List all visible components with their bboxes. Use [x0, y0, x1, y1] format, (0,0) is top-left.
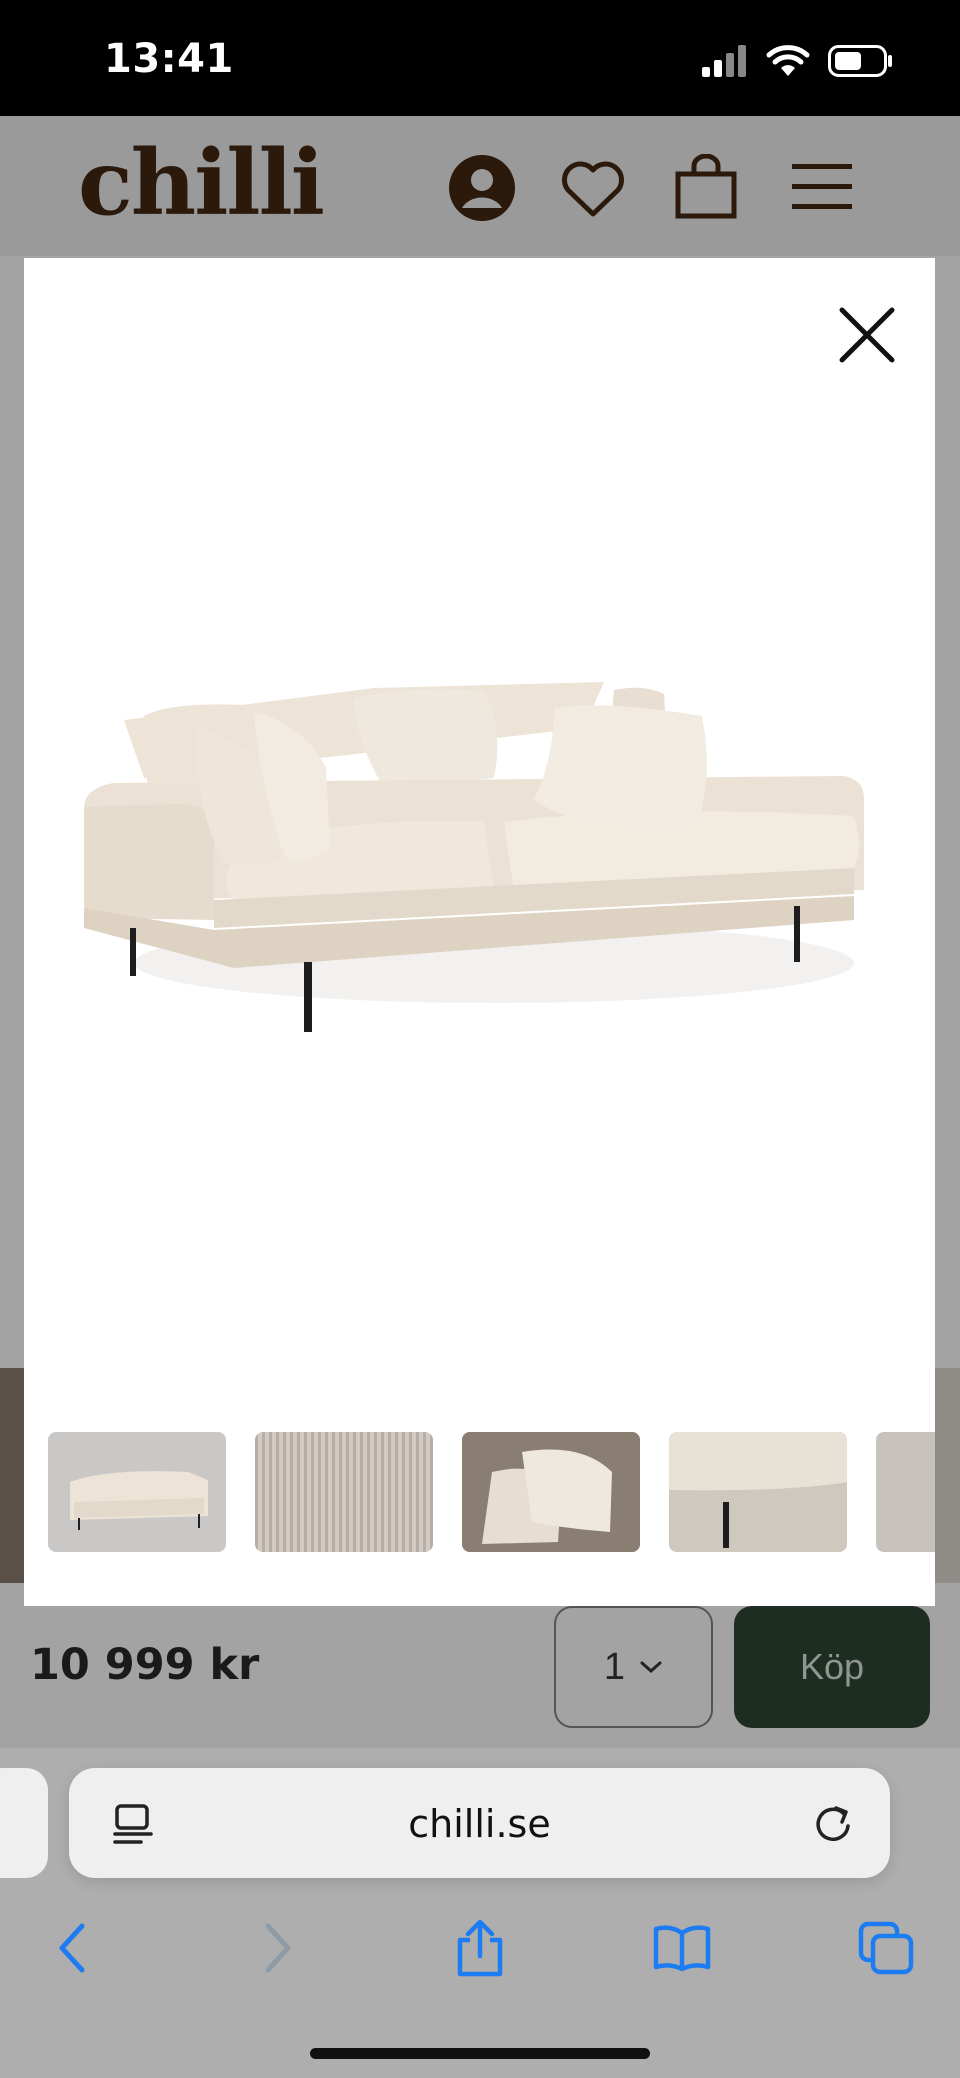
menu-icon[interactable] — [792, 162, 852, 212]
thumbnail-5[interactable] — [876, 1432, 935, 1552]
signal-icon — [702, 45, 746, 77]
background-page-image-left — [0, 1368, 24, 1583]
thumbnail-3[interactable] — [462, 1432, 640, 1552]
background-page-image-right — [935, 1368, 960, 1583]
bookmarks-icon — [653, 1925, 711, 1972]
status-time: 13:41 — [104, 36, 234, 82]
back-button[interactable] — [32, 1908, 112, 1988]
share-icon — [457, 1919, 503, 1977]
thumbnail-4[interactable] — [669, 1432, 847, 1552]
bag-icon[interactable] — [674, 154, 738, 220]
battery-icon — [828, 45, 892, 77]
close-icon[interactable] — [830, 298, 904, 372]
share-button[interactable] — [440, 1908, 520, 1988]
previous-tab-preview[interactable] — [0, 1768, 48, 1878]
thumbnail-1[interactable] — [48, 1432, 226, 1552]
product-main-image — [84, 682, 864, 1032]
forward-icon — [265, 1923, 291, 1973]
browser-toolbar — [0, 1908, 960, 2008]
thumbnail-cushions-icon — [462, 1432, 640, 1552]
reload-icon[interactable] — [812, 1802, 854, 1844]
product-price: 10 999 kr — [30, 1640, 260, 1690]
thumbnail-strip[interactable] — [48, 1432, 935, 1554]
chilli-logo[interactable]: chilli — [78, 138, 325, 228]
url-text[interactable]: chilli.se — [69, 1802, 890, 1846]
heart-icon[interactable] — [560, 158, 626, 220]
chevron-down-icon — [640, 1661, 662, 1674]
tabs-button[interactable] — [846, 1908, 926, 1988]
back-icon — [59, 1923, 85, 1973]
thumbnail-2[interactable] — [255, 1432, 433, 1552]
quantity-select[interactable]: 1 — [554, 1606, 713, 1728]
thumbnail-leg-icon — [669, 1432, 847, 1552]
purchase-bar: 10 999 kr 1 Köp — [0, 1606, 960, 1748]
user-icon[interactable] — [448, 154, 516, 222]
buy-button[interactable]: Köp — [734, 1606, 930, 1728]
quantity-value: 1 — [603, 1645, 626, 1688]
image-lightbox — [24, 258, 935, 1606]
thumbnail-sofa-icon — [70, 1471, 208, 1530]
wifi-icon — [766, 45, 810, 76]
tabs-icon — [858, 1921, 914, 1975]
site-header: chilli — [0, 116, 960, 256]
forward-button[interactable] — [238, 1908, 318, 1988]
status-icons — [702, 44, 894, 78]
bookmarks-button[interactable] — [642, 1908, 722, 1988]
home-indicator — [310, 2048, 650, 2059]
address-bar[interactable]: chilli.se — [69, 1768, 890, 1878]
status-bar: 13:41 — [0, 0, 960, 116]
browser-chrome: chilli.se — [0, 1748, 960, 2078]
